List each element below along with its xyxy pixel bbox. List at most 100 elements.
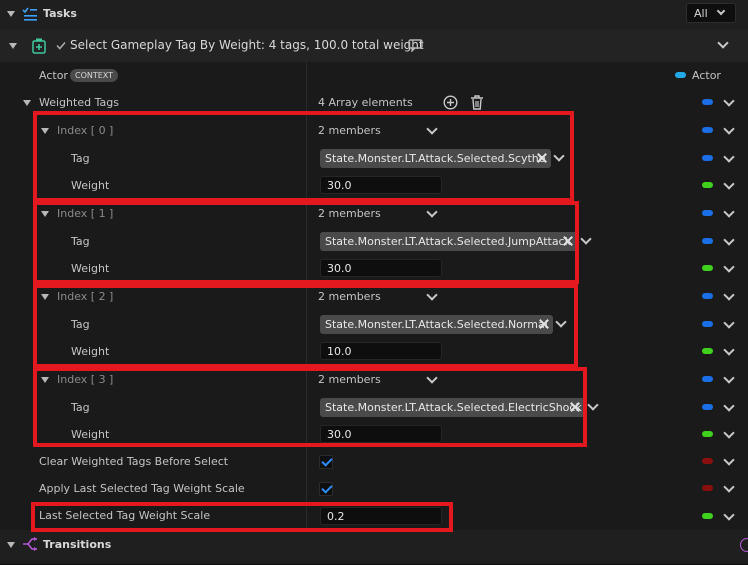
expand-chevron-icon[interactable] [723, 151, 735, 163]
weight-input[interactable]: 10.0 [320, 342, 442, 360]
collapse-arrow-icon[interactable] [9, 43, 17, 49]
expand-chevron-icon[interactable] [723, 261, 735, 273]
expand-chevron-icon[interactable] [723, 123, 735, 135]
task-node-header[interactable]: Select Gameplay Tag By Weight: 4 tags, 1… [0, 29, 748, 63]
element-pin-dot[interactable] [702, 376, 713, 382]
expand-chevron-icon[interactable] [723, 95, 735, 107]
weight-pin-dot[interactable] [702, 348, 713, 354]
weight-scale-label: Last Selected Tag Weight Scale [39, 509, 211, 522]
tag-dropdown-chevron-icon[interactable] [580, 233, 592, 245]
members-chevron-icon[interactable] [426, 206, 438, 218]
weight-scale-pin-dot[interactable] [702, 513, 713, 519]
column-divider [306, 255, 307, 282]
add-transition-icon[interactable] [740, 538, 748, 552]
expand-chevron-icon[interactable] [723, 400, 735, 412]
collapse-arrow-icon[interactable] [41, 128, 49, 134]
collapse-arrow-icon[interactable] [7, 542, 15, 548]
expand-chevron-icon[interactable] [723, 234, 735, 246]
weight-input[interactable]: 30.0 [320, 259, 442, 277]
element-index-row[interactable]: Index [ 2 ] 2 members [0, 282, 748, 311]
apply-pin-dot[interactable] [702, 485, 713, 491]
chevron-down-icon [716, 6, 726, 16]
gameplay-tag-chip[interactable]: State.Monster.LT.Attack.Selected.Scythe [320, 149, 551, 168]
element-pin-dot[interactable] [702, 293, 713, 299]
remove-tag-icon[interactable] [569, 401, 581, 413]
clear-pin-dot[interactable] [702, 458, 713, 464]
column-divider [306, 89, 307, 116]
expand-chevron-icon[interactable] [723, 454, 735, 466]
delete-elements-icon[interactable] [470, 95, 484, 110]
tag-dropdown-chevron-icon[interactable] [587, 399, 599, 411]
tag-row: Tag State.Monster.LT.Attack.Selected.Ele… [0, 393, 748, 422]
tasks-header[interactable]: Tasks All [0, 0, 748, 30]
collapse-arrow-icon[interactable] [41, 294, 49, 300]
weighted-tags-row[interactable]: Weighted Tags 4 Array elements [0, 89, 748, 117]
weight-scale-input[interactable]: 0.2 [320, 507, 442, 525]
weight-input[interactable]: 30.0 [320, 425, 442, 443]
weighted-tags-count: 4 Array elements [318, 96, 413, 109]
tag-row: Tag State.Monster.LT.Attack.Selected.Jum… [0, 227, 748, 256]
element-index-row[interactable]: Index [ 0 ] 2 members [0, 116, 748, 145]
weight-pin-dot[interactable] [702, 265, 713, 271]
expand-chevron-icon[interactable] [723, 206, 735, 218]
weight-input[interactable]: 30.0 [320, 176, 442, 194]
actor-pin-dot[interactable] [675, 72, 686, 78]
tag-pin-dot[interactable] [702, 404, 713, 410]
expand-chevron-icon[interactable] [723, 427, 735, 439]
tasks-filter-dropdown[interactable]: All [686, 3, 736, 23]
actor-pin-label: Actor [692, 69, 721, 82]
expand-chevron-icon[interactable] [723, 317, 735, 329]
weighted-tags-pin-dot[interactable] [702, 99, 713, 105]
expand-chevron-icon[interactable] [717, 37, 729, 49]
weight-pin-dot[interactable] [702, 431, 713, 437]
apply-scale-label: Apply Last Selected Tag Weight Scale [39, 482, 245, 495]
weight-label: Weight [71, 345, 110, 358]
gameplay-tag-chip[interactable]: State.Monster.LT.Attack.Selected.Electri… [320, 398, 585, 417]
add-element-icon[interactable] [443, 95, 458, 110]
members-chevron-icon[interactable] [426, 372, 438, 384]
element-pin-dot[interactable] [702, 210, 713, 216]
tasks-filter-value: All [694, 7, 708, 20]
remove-tag-icon[interactable] [562, 235, 574, 247]
weight-pin-dot[interactable] [702, 182, 713, 188]
gameplay-tag-value: State.Monster.LT.Attack.Selected.Electri… [325, 401, 582, 414]
element-index-row[interactable]: Index [ 3 ] 2 members [0, 365, 748, 394]
column-divider [306, 116, 307, 144]
comment-bubble-icon[interactable] [408, 39, 424, 52]
gameplay-tag-value: State.Monster.LT.Attack.Selected.JumpAtt… [325, 235, 571, 248]
element-index-row[interactable]: Index [ 1 ] 2 members [0, 199, 748, 228]
tag-dropdown-chevron-icon[interactable] [553, 150, 565, 162]
remove-tag-icon[interactable] [538, 318, 550, 330]
clear-weighted-tags-label: Clear Weighted Tags Before Select [39, 455, 229, 468]
transitions-header[interactable]: Transitions [0, 530, 748, 565]
gameplay-tag-chip[interactable]: State.Monster.LT.Attack.Selected.JumpAtt… [320, 232, 578, 251]
expand-chevron-icon[interactable] [723, 509, 735, 521]
clear-weighted-tags-checkbox[interactable] [319, 455, 333, 469]
tag-pin-dot[interactable] [702, 321, 713, 327]
expand-chevron-icon[interactable] [723, 372, 735, 384]
expand-chevron-icon[interactable] [723, 344, 735, 356]
column-divider [306, 282, 307, 310]
expand-chevron-icon[interactable] [723, 481, 735, 493]
weight-row: Weight 30.0 [0, 172, 748, 200]
tag-label: Tag [71, 401, 90, 414]
weight-row: Weight 30.0 [0, 421, 748, 449]
members-chevron-icon[interactable] [426, 289, 438, 301]
expand-chevron-icon[interactable] [723, 178, 735, 190]
collapse-arrow-icon[interactable] [41, 377, 49, 383]
remove-tag-icon[interactable] [536, 152, 548, 164]
collapse-arrow-icon[interactable] [41, 211, 49, 217]
tag-pin-dot[interactable] [702, 238, 713, 244]
element-pin-dot[interactable] [702, 127, 713, 133]
tag-pin-dot[interactable] [702, 155, 713, 161]
expand-chevron-icon[interactable] [723, 289, 735, 301]
collapse-arrow-icon[interactable] [23, 100, 31, 106]
element-index-label: Index [ 0 ] [57, 124, 114, 137]
apply-scale-checkbox[interactable] [319, 482, 333, 496]
members-chevron-icon[interactable] [426, 123, 438, 135]
element-members: 2 members [318, 373, 381, 386]
tag-dropdown-chevron-icon[interactable] [555, 316, 567, 328]
task-node-icon [32, 38, 46, 54]
collapse-arrow-icon[interactable] [7, 11, 15, 17]
gameplay-tag-chip[interactable]: State.Monster.LT.Attack.Selected.Normal [320, 315, 553, 334]
